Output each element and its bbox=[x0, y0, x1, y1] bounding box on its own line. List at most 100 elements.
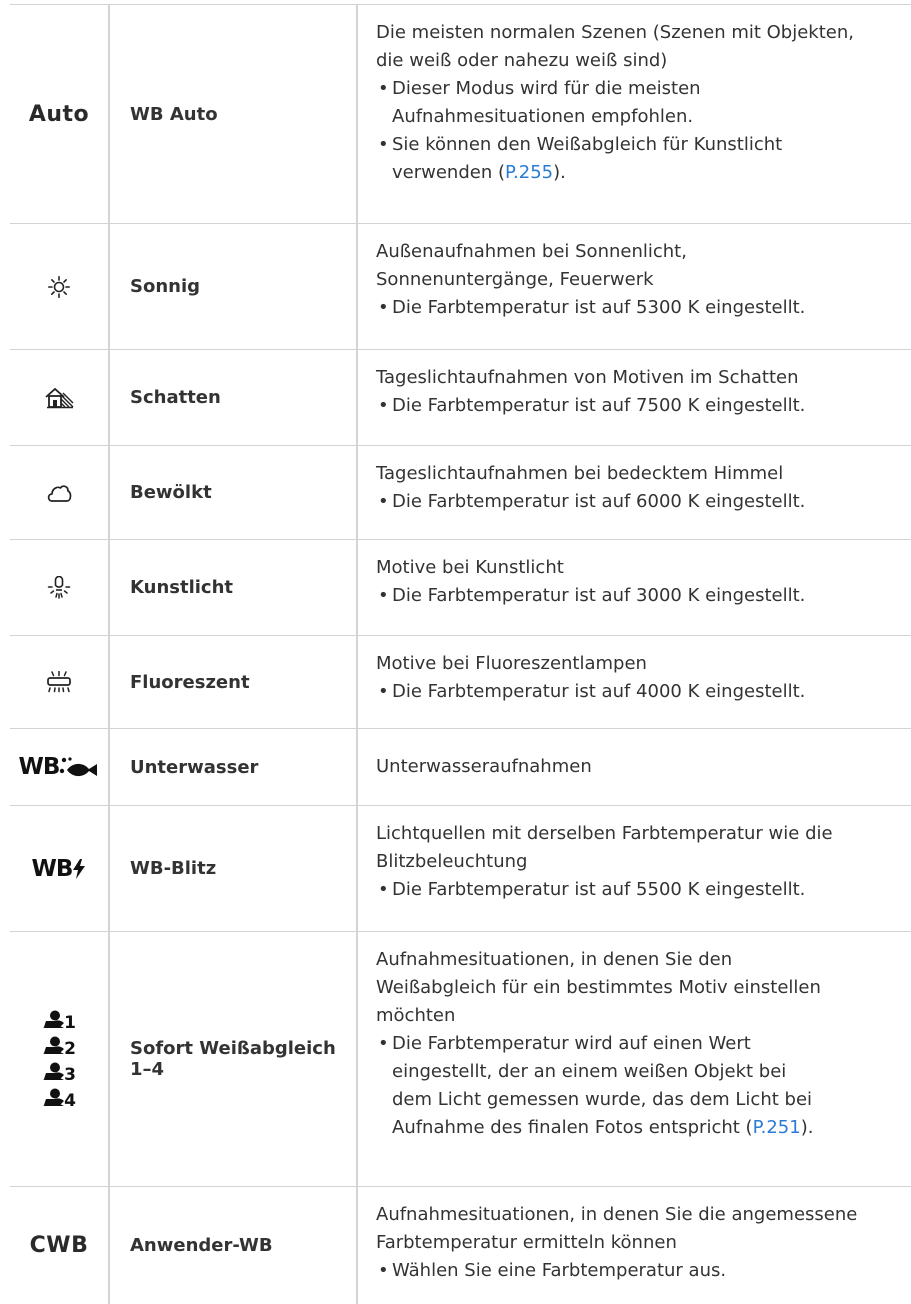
table-row: CWB Anwender-WB Aufnahmesituationen, in … bbox=[10, 1187, 911, 1304]
description-line: Motive bei Fluoreszentlampen bbox=[376, 653, 647, 674]
bullet-item: Die Farbtemperatur ist auf 4000 K einges… bbox=[376, 678, 893, 706]
icon-cell bbox=[10, 446, 110, 539]
mode-name: WB Auto bbox=[130, 103, 218, 125]
page-link-p255[interactable]: P.255 bbox=[505, 162, 553, 183]
icon-cell bbox=[10, 540, 110, 635]
icon-cell bbox=[10, 350, 110, 445]
description-line: Farbtemperatur ermitteln können bbox=[376, 1232, 677, 1253]
mode-name-cell: Sonnig bbox=[110, 224, 358, 349]
table-row: WB Unterwasser Unterwasseraufnahmen bbox=[10, 729, 911, 806]
page-link-p251[interactable]: P.251 bbox=[753, 1117, 801, 1138]
bullet-text: verwenden ( bbox=[392, 162, 505, 183]
table-row: Fluoreszent Motive bei Fluoreszentlampen… bbox=[10, 636, 911, 729]
description-cell: Tageslichtaufnahmen bei bedecktem Himmel… bbox=[358, 446, 911, 539]
description-cell: Die meisten normalen Szenen (Szenen mit … bbox=[358, 5, 911, 223]
description-line: Blitzbeleuchtung bbox=[376, 851, 528, 872]
cwb-icon: CWB bbox=[29, 1233, 89, 1258]
table-row: Bewölkt Tageslichtaufnahmen bei bedeckte… bbox=[10, 446, 911, 540]
bullet-item: Die Farbtemperatur wird auf einen Wert e… bbox=[376, 1030, 893, 1142]
icon-cell: WB bbox=[10, 806, 110, 931]
bullet-line: Sie können den Weißabgleich für Kunstlic… bbox=[392, 134, 783, 155]
one-touch-wb-2-icon: 2 bbox=[42, 1036, 76, 1058]
mode-name-cell: Fluoreszent bbox=[110, 636, 358, 728]
bullet-item: Die Farbtemperatur ist auf 5300 K einges… bbox=[376, 294, 893, 322]
bullet-item: Die Farbtemperatur ist auf 6000 K einges… bbox=[376, 488, 893, 516]
underwater-icon: WB bbox=[19, 754, 100, 780]
description-line: möchten bbox=[376, 1005, 456, 1026]
description-line: die weiß oder nahezu weiß sind) bbox=[376, 50, 668, 71]
mode-name-cell: WB-Blitz bbox=[110, 806, 358, 931]
description-line: Sonnenuntergänge, Feuerwerk bbox=[376, 269, 654, 290]
description-line: Motive bei Kunstlicht bbox=[376, 557, 564, 578]
mode-name-cell: Unterwasser bbox=[110, 729, 358, 805]
mode-name: Sofort Weißabgleich 1–4 bbox=[130, 1038, 336, 1080]
mode-name: Anwender-WB bbox=[130, 1235, 273, 1256]
bulb-icon bbox=[47, 575, 71, 599]
table-row: 1 2 3 4 Sofort Weißabgleich 1–4 Aufnahme… bbox=[10, 932, 911, 1187]
bullet-item: Dieser Modus wird für die meisten Aufnah… bbox=[376, 75, 893, 131]
description-line: Aufnahmesituationen, in denen Sie den bbox=[376, 949, 733, 970]
icon-cell: CWB bbox=[10, 1187, 110, 1304]
auto-icon: Auto bbox=[28, 101, 90, 127]
description-cell: Aufnahmesituationen, in denen Sie den We… bbox=[358, 932, 911, 1186]
bullet-item: Die Farbtemperatur ist auf 3000 K einges… bbox=[376, 582, 893, 610]
icon-cell bbox=[10, 636, 110, 728]
flash-icon: WB bbox=[32, 856, 87, 882]
bullet-text: Aufnahme des finalen Fotos entspricht ( bbox=[392, 1117, 753, 1138]
description-line: Tageslichtaufnahmen von Motiven im Schat… bbox=[376, 367, 799, 388]
one-touch-wb-3-icon: 3 bbox=[42, 1062, 76, 1084]
sun-icon bbox=[48, 275, 70, 298]
description-line: Lichtquellen mit derselben Farbtemperatu… bbox=[376, 823, 833, 844]
bullet-text: ). bbox=[553, 162, 566, 183]
icon-cell: WB bbox=[10, 729, 110, 805]
description-line: Tageslichtaufnahmen bei bedecktem Himmel bbox=[376, 463, 784, 484]
mode-name: Schatten bbox=[130, 387, 221, 408]
bullet-text: ). bbox=[800, 1117, 814, 1138]
description-cell: Motive bei Fluoreszentlampen Die Farbtem… bbox=[358, 636, 911, 728]
description-line: Unterwasseraufnahmen bbox=[376, 756, 592, 777]
description-cell: Motive bei Kunstlicht Die Farbtemperatur… bbox=[358, 540, 911, 635]
bullet-line: Die Farbtemperatur wird auf einen Wert bbox=[392, 1033, 751, 1054]
mode-name-cell: Anwender-WB bbox=[110, 1187, 358, 1304]
table-row: Auto WB Auto Die meisten normalen Szenen… bbox=[10, 4, 911, 224]
description-line: Die meisten normalen Szenen (Szenen mit … bbox=[376, 22, 854, 43]
description-line: Weißabgleich für ein bestimmtes Motiv ei… bbox=[376, 977, 821, 998]
one-touch-wb-1-icon: 1 bbox=[42, 1010, 76, 1032]
mode-name: Bewölkt bbox=[130, 482, 212, 503]
table-row: Kunstlicht Motive bei Kunstlicht Die Far… bbox=[10, 540, 911, 636]
description-cell: Unterwasseraufnahmen bbox=[358, 729, 911, 805]
mode-name-cell: Kunstlicht bbox=[110, 540, 358, 635]
mode-name-cell: Schatten bbox=[110, 350, 358, 445]
fluorescent-icon bbox=[47, 671, 71, 693]
icon-cell: 1 2 3 4 bbox=[10, 932, 110, 1186]
description-line: Außenaufnahmen bei Sonnenlicht, bbox=[376, 241, 687, 262]
mode-name: Sonnig bbox=[130, 276, 201, 297]
icon-cell: Auto bbox=[10, 5, 110, 223]
cloud-icon bbox=[47, 484, 72, 502]
bullet-line: Dieser Modus wird für die meisten bbox=[392, 78, 701, 99]
bullet-item: Sie können den Weißabgleich für Kunstlic… bbox=[376, 131, 893, 187]
description-line: Aufnahmesituationen, in denen Sie die an… bbox=[376, 1204, 858, 1225]
table-row: Sonnig Außenaufnahmen bei Sonnenlicht, S… bbox=[10, 224, 911, 350]
description-cell: Aufnahmesituationen, in denen Sie die an… bbox=[358, 1187, 911, 1304]
bullet-line: Aufnahme des finalen Fotos entspricht (P… bbox=[392, 1114, 893, 1142]
mode-name-cell: Sofort Weißabgleich 1–4 bbox=[110, 932, 358, 1186]
bullet-line: verwenden (P.255). bbox=[392, 159, 893, 187]
mode-name: WB-Blitz bbox=[130, 858, 217, 879]
bullet-line: eingestellt, der an einem weißen Objekt … bbox=[392, 1061, 787, 1082]
mode-name: Fluoreszent bbox=[130, 671, 250, 693]
one-touch-wb-4-icon: 4 bbox=[42, 1088, 76, 1110]
bullet-item: Die Farbtemperatur ist auf 7500 K einges… bbox=[376, 392, 893, 420]
description-cell: Außenaufnahmen bei Sonnenlicht, Sonnenun… bbox=[358, 224, 911, 349]
fish-icon bbox=[60, 757, 98, 777]
mode-name-cell: Bewölkt bbox=[110, 446, 358, 539]
description-cell: Tageslichtaufnahmen von Motiven im Schat… bbox=[358, 350, 911, 445]
wb-label: WB bbox=[31, 855, 74, 882]
one-touch-wb-icon: 1 2 3 4 bbox=[42, 1010, 76, 1110]
mode-name: Unterwasser bbox=[130, 756, 259, 778]
wb-label: WB bbox=[18, 754, 61, 780]
mode-name: Kunstlicht bbox=[130, 577, 234, 598]
bullet-line: dem Licht gemessen wurde, das dem Licht … bbox=[392, 1089, 813, 1110]
white-balance-table: Auto WB Auto Die meisten normalen Szenen… bbox=[10, 4, 911, 1304]
mode-name-cell: WB Auto bbox=[110, 5, 358, 223]
